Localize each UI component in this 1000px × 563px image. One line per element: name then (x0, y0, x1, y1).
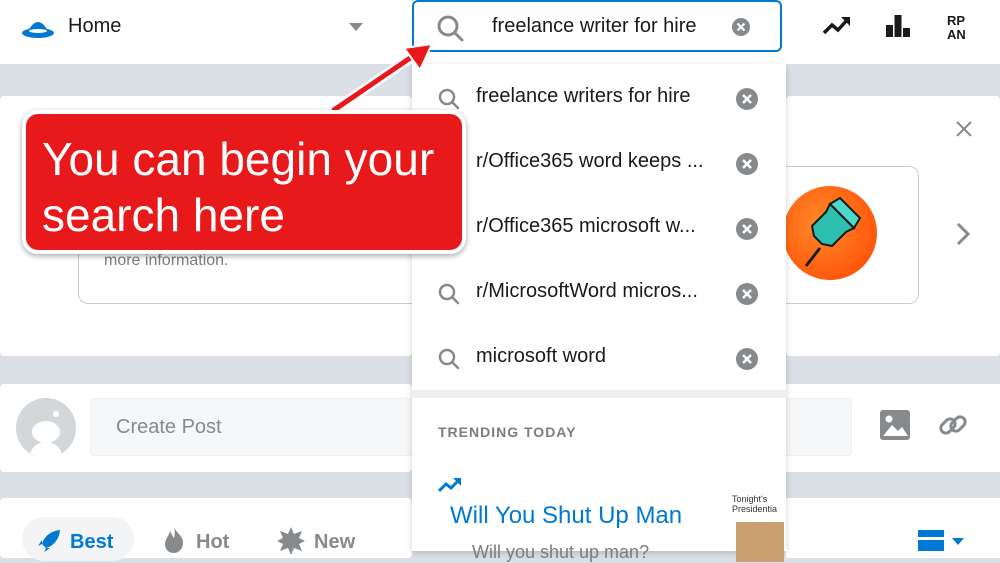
create-post-input-right[interactable] (786, 398, 852, 456)
remove-suggestion-icon[interactable] (736, 153, 758, 175)
new-badge-icon[interactable] (276, 526, 306, 556)
suggestion-label: r/Office365 word keeps ... (476, 150, 704, 172)
trending-arrow-icon (438, 478, 461, 493)
search-icon (438, 348, 460, 370)
trending-subtitle: Will you shut up man? (472, 542, 650, 562)
search-icon (438, 283, 460, 305)
suggestion-item[interactable]: r/Office365 microsoft w... (412, 196, 786, 260)
callout-line-2: search here (42, 189, 285, 241)
leaderboard-icon[interactable] (884, 13, 912, 39)
trending-thumbnail[interactable]: Tonight's Presidentia (732, 494, 784, 562)
suggestion-label: freelance writers for hire (476, 85, 691, 107)
thumbnail-image (736, 522, 784, 562)
trending-icon[interactable] (822, 13, 852, 39)
chevron-right-icon[interactable] (955, 222, 971, 246)
remove-suggestion-icon[interactable] (736, 283, 758, 305)
trending-section-label: TRENDING TODAY (438, 424, 577, 440)
callout-box: You can begin your search here (22, 110, 466, 254)
suggestion-item[interactable]: r/MicrosoftWord micros... (412, 261, 786, 325)
suggestion-item[interactable]: microsoft word (412, 326, 786, 390)
callout-arrow (329, 42, 434, 115)
flame-icon[interactable] (162, 526, 186, 554)
clear-search-icon[interactable] (732, 18, 750, 36)
search-icon (437, 15, 464, 42)
trending-title-link[interactable]: Will You Shut Up Man (450, 502, 682, 530)
search-input[interactable]: freelance writer for hire (412, 0, 782, 52)
suggestion-label: r/Office365 microsoft w... (476, 215, 696, 237)
home-label[interactable]: Home (68, 15, 121, 38)
view-toggle-icon[interactable] (918, 530, 966, 551)
search-suggestions-dropdown: freelance writers for hire r/Office365 w… (412, 64, 786, 562)
suggestion-item[interactable]: freelance writers for hire (412, 66, 786, 130)
suggestion-item[interactable]: r/Office365 word keeps ... (412, 131, 786, 195)
close-icon[interactable] (955, 120, 973, 138)
avatar[interactable] (16, 398, 76, 458)
svg-text:RP: RP (947, 13, 965, 28)
suggestion-label: microsoft word (476, 345, 607, 367)
rpan-icon[interactable]: RP AN (946, 13, 976, 41)
remove-suggestion-icon[interactable] (736, 348, 758, 370)
callout-line-1: You can begin your (42, 133, 435, 185)
remove-suggestion-icon[interactable] (736, 88, 758, 110)
create-post-placeholder: Create Post (116, 416, 222, 438)
pushpin-icon (804, 196, 862, 267)
image-icon[interactable] (878, 408, 912, 442)
rocket-icon (38, 530, 60, 552)
caret-down-icon[interactable] (348, 22, 364, 32)
search-icon (438, 88, 460, 110)
sort-bar-right (786, 498, 1000, 558)
search-query[interactable]: freelance writer for hire (492, 15, 697, 38)
suggestion-label: r/MicrosoftWord micros... (476, 280, 698, 302)
remove-suggestion-icon[interactable] (736, 218, 758, 240)
link-icon[interactable] (936, 408, 970, 442)
reddit-home-icon[interactable] (20, 11, 56, 43)
promo-more-info: more information. (104, 252, 229, 269)
svg-text:AN: AN (947, 27, 966, 41)
snoo-avatar-icon (30, 411, 62, 458)
dropdown-divider (412, 390, 786, 398)
thumbnail-caption: Tonight's Presidentia (732, 494, 778, 514)
